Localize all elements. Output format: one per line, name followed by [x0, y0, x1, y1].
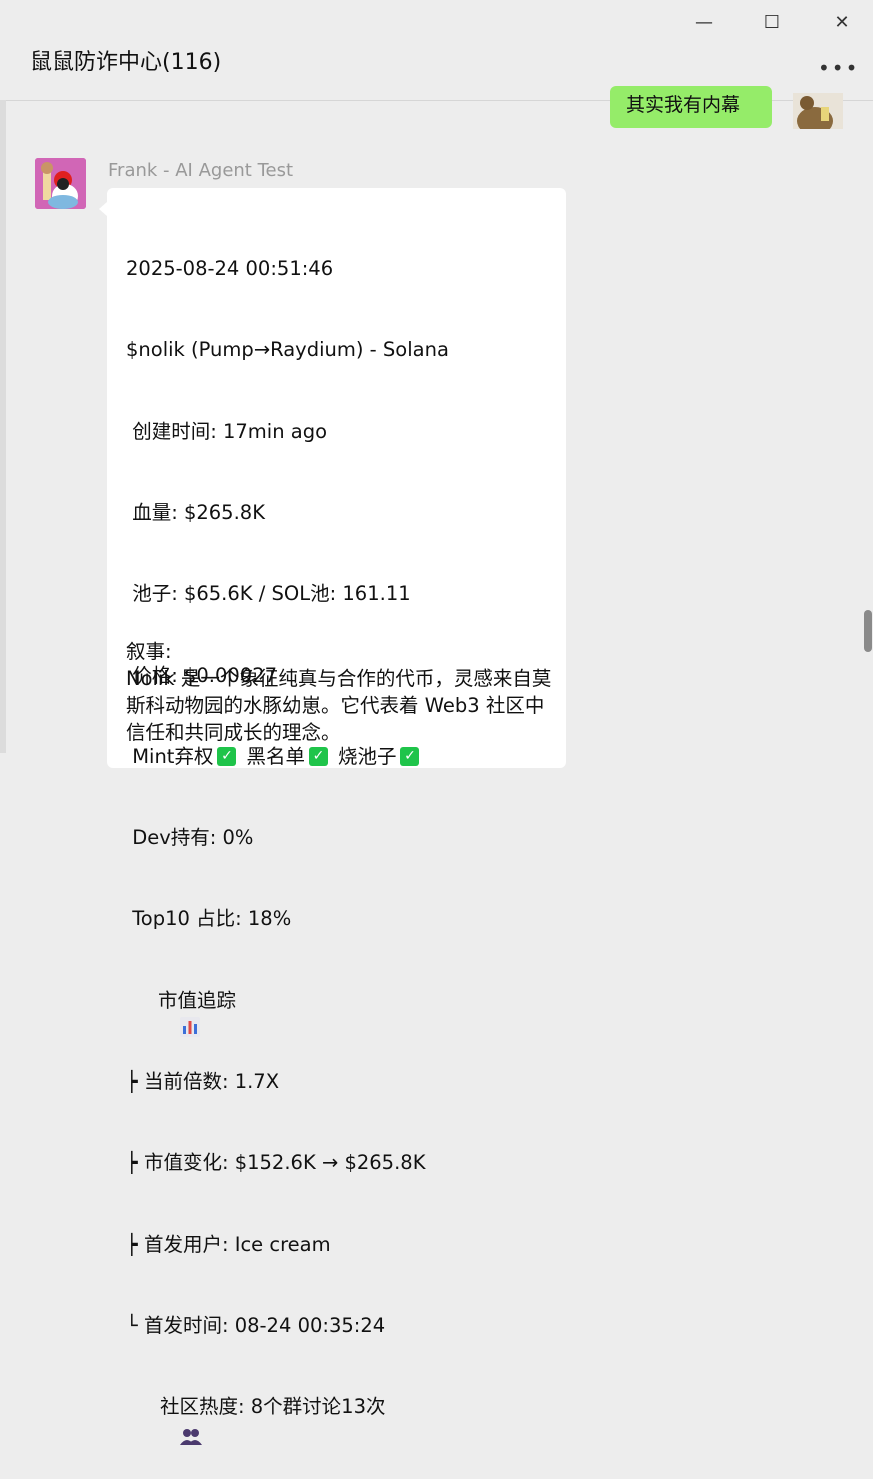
sender-name: Frank - AI Agent Test	[108, 160, 294, 181]
token-line: $nolik (Pump→Raydium) - Solana	[126, 338, 449, 362]
top10-line: Top10 占比: 18%	[126, 907, 292, 931]
sender-avatar[interactable]	[35, 158, 86, 209]
close-icon: ✕	[834, 11, 850, 33]
mcap-line: 血量: $265.8K	[126, 501, 265, 525]
check-icon: ✓	[217, 746, 237, 766]
dev-line: Dev持有: 0%	[126, 826, 254, 850]
created-line: 创建时间: 17min ago	[126, 419, 328, 443]
maximize-icon: ☐	[763, 11, 781, 33]
tracking-line: 市值追踪	[126, 987, 556, 1038]
community-label: 社区热度: 8个群讨论13次	[160, 1395, 386, 1419]
maximize-button[interactable]: ☐	[752, 8, 792, 36]
minimize-button[interactable]: —	[684, 8, 724, 36]
minimize-icon: —	[695, 11, 713, 33]
pool-line: 池子: $65.6K / SOL池: 161.11	[126, 582, 411, 606]
mint-label: Mint弃权	[126, 744, 214, 768]
tracking-label: 市值追踪	[158, 988, 237, 1012]
mcap-change-line: ┝ 市值变化: $152.6K → $265.8K	[126, 1151, 426, 1175]
narrative-heading: 叙事:	[126, 640, 172, 663]
blacklist-label: 黑名单	[246, 744, 305, 768]
community-line: 社区热度: 8个群讨论13次	[126, 1393, 556, 1445]
multiple-line: ┝ 当前倍数: 1.7X	[126, 1070, 280, 1093]
timestamp-line: 2025-08-24 00:51:46	[126, 257, 334, 281]
safety-line: Mint弃权 ✓ 黑名单 ✓ 烧池子 ✓	[126, 743, 556, 770]
my-message-bubble[interactable]: 其实我有内幕	[610, 86, 772, 128]
more-options-button[interactable]: •••	[818, 56, 857, 80]
close-button[interactable]: ✕	[822, 8, 862, 36]
left-divider	[0, 100, 6, 753]
first-time-line: └ 首发时间: 08-24 00:35:24	[126, 1313, 386, 1337]
check-icon: ✓	[308, 746, 328, 766]
people-icon	[130, 1398, 202, 1445]
first-user-line: ┝ 首发用户: Ice cream	[126, 1232, 331, 1256]
message-bubble[interactable]: 2025-08-24 00:51:46 $nolik (Pump→Raydium…	[99, 188, 566, 1445]
bar-chart-icon	[130, 990, 200, 1038]
chat-title: 鼠鼠防诈中心(116)	[30, 50, 222, 75]
narrative-section: 叙事: Nolik 是一个象征纯真与合作的代币，灵感来自莫斯科动物园的水豚幼崽。…	[126, 638, 556, 746]
scrollbar-thumb[interactable]	[864, 610, 872, 652]
check-icon: ✓	[400, 746, 420, 766]
message-body: 2025-08-24 00:51:46 $nolik (Pump→Raydium…	[126, 201, 556, 1474]
my-avatar[interactable]	[793, 93, 843, 129]
burn-label: 烧池子	[337, 744, 397, 768]
my-message-text: 其实我有内幕	[626, 94, 741, 116]
narrative-body: Nolik 是一个象征纯真与合作的代币，灵感来自莫斯科动物园的水豚幼崽。它代表着…	[126, 667, 552, 745]
